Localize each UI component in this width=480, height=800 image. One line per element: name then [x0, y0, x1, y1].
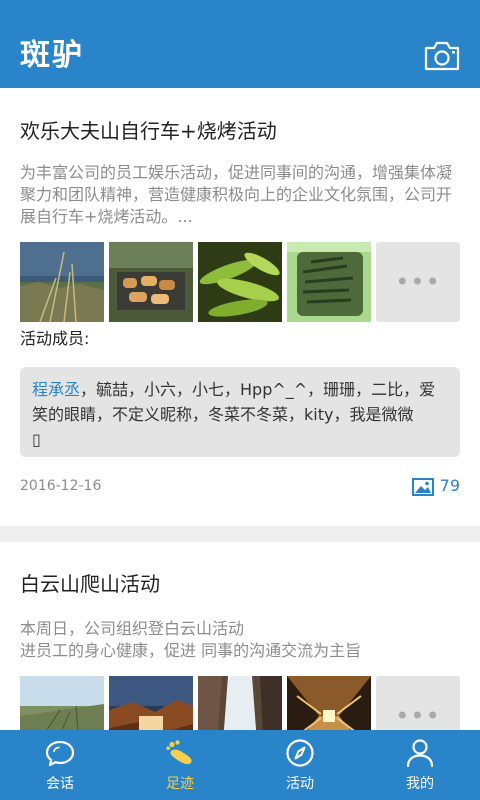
tab-label: 会话: [46, 776, 74, 792]
field-sky-photo[interactable]: [20, 676, 104, 730]
activity-card[interactable]: 欢乐大夫山自行车+烧烤活动 为丰富公司的员工娱乐活动，促进同事间的沟通，增强集体…: [0, 88, 480, 526]
tab-activity[interactable]: 活动: [240, 730, 360, 800]
members-end-glyph: ▯: [32, 430, 41, 449]
photo-strip: •••: [20, 676, 460, 730]
barbecue-grill-photo[interactable]: [109, 242, 193, 322]
description-line: 本周日，公司组织登白云山活动: [20, 619, 245, 638]
more-dots-icon: •••: [395, 268, 441, 296]
bottom-tab-bar: 会话 足迹 活动 我的: [0, 730, 480, 800]
tunnel-light-photo[interactable]: [287, 676, 371, 730]
image-icon: [411, 477, 434, 496]
footprint-icon: [166, 740, 192, 765]
activity-description: 为丰富公司的员工娱乐活动，促进同事间的沟通，增强集体凝聚力和团队精神，营造健康积…: [20, 163, 453, 226]
more-photos-button[interactable]: •••: [376, 676, 460, 730]
canyon-sunset-photo[interactable]: [109, 676, 193, 730]
more-dots-icon: •••: [395, 702, 441, 730]
lake-shore-photo[interactable]: [20, 242, 104, 322]
photo-count-value: 79: [439, 476, 460, 495]
photo-count-button[interactable]: 79: [411, 474, 460, 498]
activity-title[interactable]: 欢乐大夫山自行车+烧烤活动: [20, 117, 277, 145]
top-app-bar: 斑驴: [0, 0, 480, 88]
waterfall-photo[interactable]: [198, 676, 282, 730]
activity-date: 2016-12-16: [20, 478, 102, 494]
tab-chat[interactable]: 会话: [0, 730, 120, 800]
activity-card[interactable]: 白云山爬山活动 本周日，公司组织登白云山活动 进员工的身心健康，促进 同事的沟通…: [0, 542, 480, 730]
compass-icon: [286, 739, 314, 767]
members-names: ，毓喆，小六，小七，Hpp^_^，珊珊，二比，爱笑的眼睛，不定义昵称，冬菜不冬菜…: [32, 380, 436, 424]
fish-bag-photo[interactable]: [287, 242, 371, 322]
tab-label: 活动: [286, 776, 314, 792]
person-icon: [406, 739, 434, 768]
photo-strip: •••: [20, 242, 460, 322]
green-peppers-photo[interactable]: [198, 242, 282, 322]
camera-icon[interactable]: [424, 40, 460, 72]
description-line: 进员工的身心健康，促进 同事的沟通交流为主旨: [20, 641, 362, 660]
activity-title[interactable]: 白云山爬山活动: [20, 570, 160, 598]
chat-bubble-icon: [45, 740, 75, 767]
app-logo: 斑驴: [20, 38, 84, 73]
tab-footprint[interactable]: 足迹: [120, 730, 240, 800]
tab-me[interactable]: 我的: [360, 730, 480, 800]
tab-label: 我的: [406, 776, 434, 792]
activity-feed[interactable]: 欢乐大夫山自行车+烧烤活动 为丰富公司的员工娱乐活动，促进同事间的沟通，增强集体…: [0, 88, 480, 730]
member-name-link[interactable]: 程承丞: [32, 380, 80, 399]
activity-description: 本周日，公司组织登白云山活动 进员工的身心健康，促进 同事的沟通交流为主旨: [20, 618, 460, 662]
members-list: 程承丞，毓喆，小六，小七，Hpp^_^，珊珊，二比，爱笑的眼睛，不定义昵称，冬菜…: [20, 367, 460, 457]
more-photos-button[interactable]: •••: [376, 242, 460, 322]
tab-label: 足迹: [166, 776, 194, 792]
members-label: 活动成员:: [20, 329, 90, 348]
